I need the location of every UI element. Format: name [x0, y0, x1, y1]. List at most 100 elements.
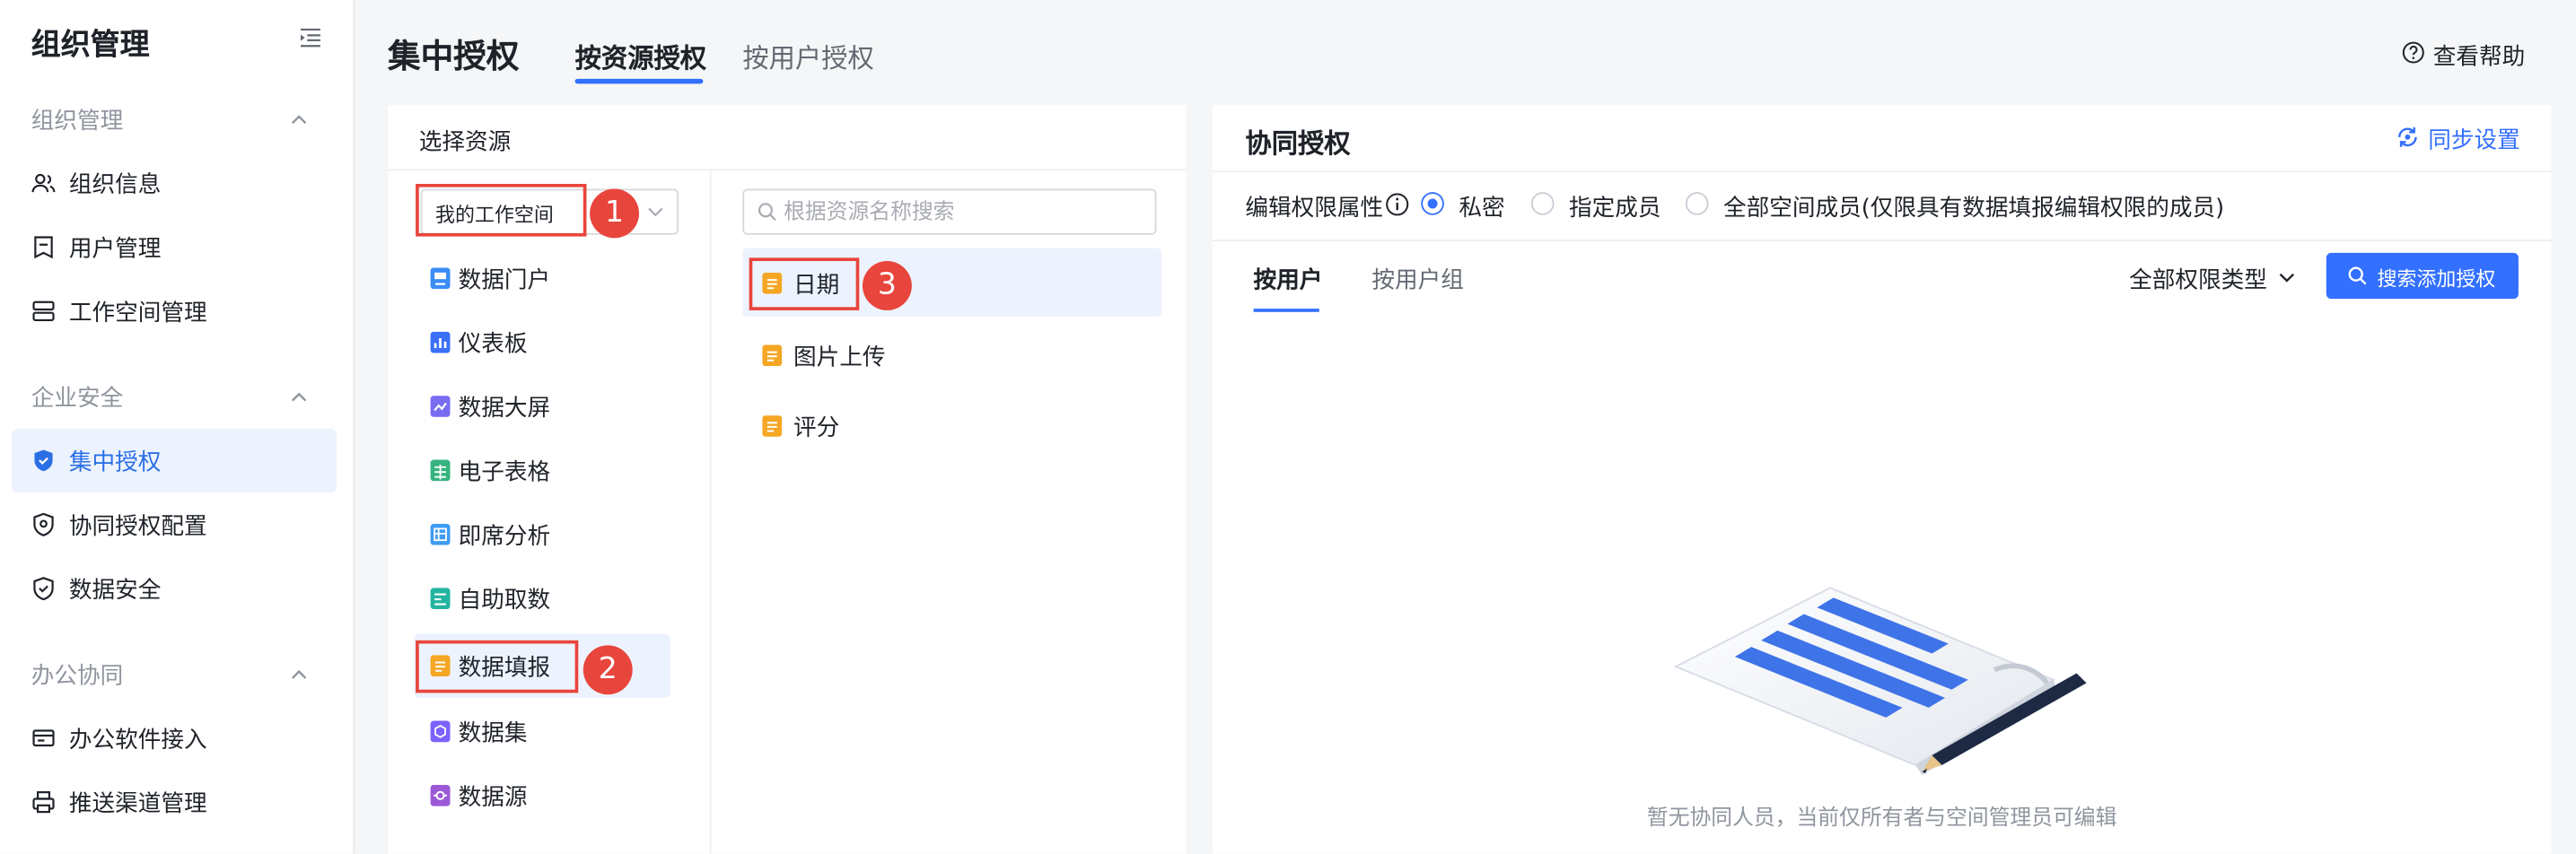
sidebar-item-label: 办公软件接入: [68, 727, 207, 754]
users-icon: [31, 173, 56, 193]
collapse-menu-icon[interactable]: [299, 26, 322, 49]
tab-by-user-group[interactable]: 按用户组: [1371, 263, 1464, 296]
tab-active-indicator: [574, 78, 704, 84]
tab-by-user[interactable]: 按用户授权: [742, 36, 873, 75]
form-file-icon: [762, 415, 783, 437]
annotation-badge-1: 1: [590, 188, 640, 239]
form-item-rating[interactable]: 评分: [742, 391, 1161, 460]
server-icon: [32, 301, 55, 322]
sidebar-section-office: 办公协同: [31, 663, 124, 690]
sidebar-item-label: 协同授权配置: [68, 513, 207, 541]
portal-icon: [430, 267, 451, 290]
radio-dot: [1685, 192, 1709, 215]
annotation-badge-3: 3: [862, 261, 912, 310]
divider: [709, 170, 712, 854]
shield-ok-icon: [33, 577, 54, 601]
collab-panel: 协同授权 同步设置 编辑权限属性 私密 指定成员 全部空间成员(仅限具有数据填报…: [1212, 105, 2552, 854]
app-root: 组织管理 组织管理 组织信息 用户管理 工作空间管理 企业安全 集中授权 协同授…: [0, 0, 2576, 854]
radio-label: 私密: [1459, 195, 1505, 222]
annotation-badge-2: 2: [583, 645, 633, 695]
collab-panel-title: 协同授权: [1245, 127, 1351, 160]
resource-type-adhoc-analysis[interactable]: 即席分析: [414, 502, 670, 566]
sidebar-item-collab-auth-config[interactable]: 协同授权配置: [12, 492, 337, 556]
sidebar-item-user-management[interactable]: 用户管理: [12, 215, 337, 279]
permission-type-dropdown[interactable]: 全部权限类型: [2129, 263, 2267, 296]
form-item-label: 图片上传: [793, 344, 886, 371]
sidebar-item-workspace-management[interactable]: 工作空间管理: [12, 279, 337, 343]
help-label: 查看帮助: [2432, 44, 2526, 71]
sidebar-item-label: 推送渠道管理: [68, 791, 207, 818]
annotation-highlight-3: [749, 257, 860, 310]
info-icon[interactable]: [1385, 192, 1409, 216]
sidebar-section-security: 企业安全: [31, 386, 124, 413]
resource-type-label: 电子表格: [458, 459, 551, 486]
chevron-up-icon[interactable]: [287, 109, 311, 132]
resource-panel-title: 选择资源: [418, 129, 512, 156]
edit-permission-label: 编辑权限属性: [1245, 195, 1384, 222]
sidebar-item-office-integration[interactable]: 办公软件接入: [12, 706, 337, 770]
resource-type-big-screen[interactable]: 数据大屏: [414, 374, 670, 438]
tab-by-user-sub[interactable]: 按用户: [1254, 263, 1323, 296]
radio-label: 全部空间成员(仅限具有数据填报编辑权限的成员): [1723, 195, 2225, 222]
annotation-highlight-2: [416, 640, 579, 693]
sidebar-item-data-security[interactable]: 数据安全: [12, 556, 337, 620]
resource-type-portal[interactable]: 数据门户: [414, 247, 670, 310]
resource-type-self-service[interactable]: 自助取数: [414, 566, 670, 630]
chevron-up-icon[interactable]: [287, 386, 311, 409]
screen-chart-icon: [430, 396, 451, 417]
radio-dot: [1530, 192, 1555, 215]
empty-state-illustration: [1673, 587, 2087, 775]
sync-icon: [2398, 126, 2417, 147]
search-add-auth-label: 搜索添加授权: [2377, 267, 2496, 291]
sidebar-item-central-auth[interactable]: 集中授权: [11, 428, 337, 493]
plug-icon: [32, 729, 55, 747]
sidebar-title: 组织管理: [31, 28, 150, 63]
printer-icon: [32, 791, 55, 814]
spreadsheet-icon: [430, 459, 451, 482]
resource-type-dashboard[interactable]: 仪表板: [414, 310, 670, 374]
resource-type-spreadsheet[interactable]: 电子表格: [414, 439, 670, 502]
sidebar: 组织管理 组织管理 组织信息 用户管理 工作空间管理 企业安全 集中授权 协同授…: [0, 0, 355, 854]
page-title: 集中授权: [387, 36, 520, 76]
form-item-label: 评分: [793, 415, 840, 442]
annotation-highlight-1: [416, 183, 587, 237]
sidebar-item-label: 组织信息: [68, 172, 162, 199]
data-fetch-icon: [430, 588, 451, 610]
divider: [1212, 170, 2552, 173]
help-circle-icon: [2402, 41, 2424, 64]
resource-search[interactable]: [742, 188, 1157, 235]
divider: [387, 169, 1187, 171]
table-analysis-icon: [430, 523, 451, 545]
sidebar-item-label: 数据安全: [68, 578, 162, 605]
sidebar-item-push-channel[interactable]: 推送渠道管理: [12, 770, 337, 833]
resource-search-input[interactable]: [784, 195, 1145, 229]
sidebar-item-label: 集中授权: [68, 449, 162, 476]
radio-dot: [1421, 192, 1444, 215]
form-item-image-upload[interactable]: 图片上传: [742, 320, 1161, 389]
sync-settings-label: 同步设置: [2428, 127, 2520, 155]
resource-type-label: 即席分析: [458, 523, 551, 551]
search-add-auth-button[interactable]: 搜索添加授权: [2326, 252, 2519, 300]
sub-tab-active-indicator: [1253, 309, 1319, 312]
radio-label: 指定成员: [1568, 195, 1661, 222]
resource-type-datasource[interactable]: 数据源: [414, 763, 670, 827]
chevron-down-icon: [648, 207, 663, 217]
search-icon: [758, 203, 776, 222]
shield-cog-icon: [33, 512, 54, 536]
empty-state-text: 暂无协同人员，当前仅所有者与空间管理员可编辑: [1646, 806, 2117, 832]
resource-type-dataset[interactable]: 数据集: [414, 700, 670, 763]
user-card-icon: [34, 236, 53, 259]
chevron-up-icon[interactable]: [287, 663, 311, 686]
chevron-down-icon[interactable]: [2277, 267, 2297, 287]
resource-type-label: 数据集: [458, 720, 528, 747]
divider: [1212, 240, 2552, 242]
sidebar-item-label: 用户管理: [68, 236, 162, 263]
tab-by-resource[interactable]: 按资源授权: [575, 36, 706, 75]
resource-type-label: 自助取数: [458, 588, 551, 614]
resource-type-label: 仪表板: [458, 331, 528, 359]
sidebar-item-org-info[interactable]: 组织信息: [12, 151, 337, 214]
sidebar-section-org: 组织管理: [31, 108, 124, 135]
shield-check-icon: [34, 449, 53, 472]
search-icon: [2348, 266, 2367, 285]
resource-type-label: 数据源: [458, 784, 528, 812]
